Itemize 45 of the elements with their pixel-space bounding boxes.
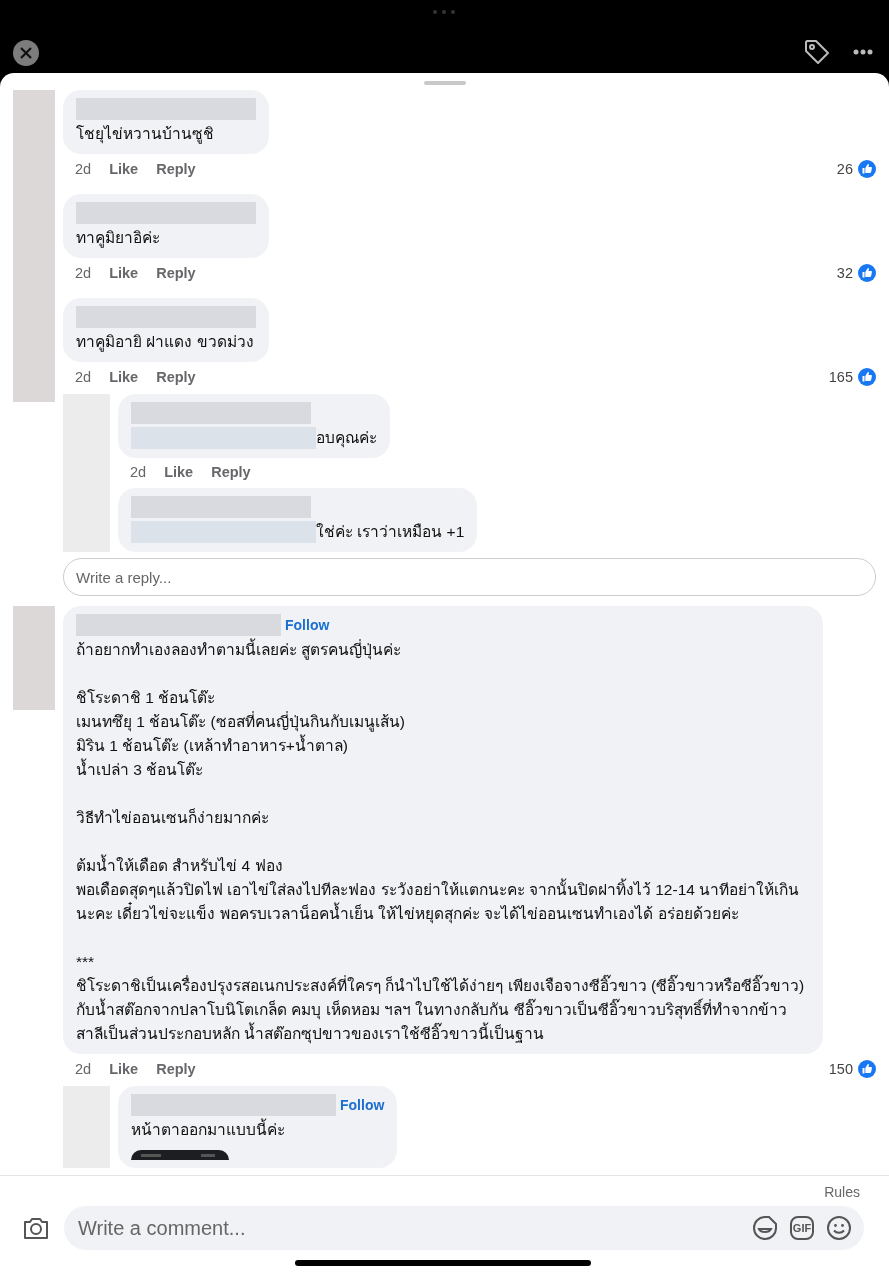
comment-time: 2d [130, 464, 147, 480]
like-link[interactable]: Like [109, 161, 139, 177]
emoji-icon[interactable] [826, 1215, 852, 1241]
comment-text: อบคุณค่ะ [316, 428, 377, 450]
comment-time: 2d [75, 369, 92, 385]
like-link[interactable]: Like [109, 369, 139, 385]
comment-text: ถ้าอยากทำเองลองทำตามนี้เลยค่ะ สูตรคนญี่ปุ่นค่ะ ชิโระดาชิ 1 ช้อนโต๊ะ เมนทซึยุ 1 ช้อนโต๊ะ (ซอสที่คนญี่ปุ่นกินกับเมนูเส้น) มิริน 1 ช้อนโต๊ะ (เหล้าทำอาหาร+น้ำตาล) น้ำเปล่า 3 ช้อนโต๊ะ วิธีทำไข่ออนเซนก็ง่ายมากค่ะ ต้มน้ำให้เดือด สำหรับไข่ 4 ฟอง พอเดือดสุดๆแล้วปิดไฟ เอาไข่ใส่ลงไปทีละฟอง ระวังอย่าให้แตกนะคะ จากนั้นปิดฝาทิ้งไว้ 12-14 นาทีอย่าให้เกินนะคะ เดี๋ยวไข่จะแข็ง พอครบเวลาน็อคน้ำเย็น ให้ไข่หยุดสุกค่ะ จะได้ไข่ออนเซนทำเองได้ อร่อยด้วยค่ะ *** ชิโระดาชิเป็นเครื่องปรุงรสอเนกประสงค์ที่ใครๆ ก็นำไปใช้ได้ง่ายๆ เพียงเจือจางซีอิ๊วขาว (ซีอิ๊วขาวหรือซีอิ๊วขาว) กับน้ำสต๊อกจากปลาโบนิโตเกล็ด คมบุ เห็ดหอม ฯลฯ ในทางกลับกัน ซีอิ๊วขาวเป็นซีอิ๊วขาวบริสุทธิ์ที่ทำจากข้าวสาลีเป็นส่วนประกอบหลัก น้ำสต๊อกซุปขาวของเราใช้ซีอิ๊วขาวนี้เป็นฐาน [76, 638, 810, 1046]
more-icon[interactable] [853, 49, 873, 55]
reaction-count: 165 [828, 369, 853, 385]
reply-link[interactable]: Reply [156, 369, 196, 385]
gif-button[interactable]: GIF [790, 1216, 814, 1240]
rules-link[interactable]: Rules [824, 1184, 860, 1200]
close-icon [20, 47, 32, 59]
reply-link[interactable]: Reply [211, 464, 251, 480]
reaction-count: 150 [828, 1061, 853, 1077]
sticker-icon[interactable] [752, 1215, 778, 1241]
comment-text: ทาคูมิยาอิค่ะ [76, 228, 160, 250]
like-icon [858, 160, 876, 178]
comment-text: ใช่ค่ะ เราว่าเหมือน +1 [316, 522, 465, 542]
reply-link[interactable]: Reply [156, 161, 196, 177]
like-icon [858, 264, 876, 282]
close-button[interactable] [13, 40, 39, 66]
comment-time: 2d [75, 265, 92, 281]
follow-link[interactable]: Follow [285, 617, 330, 633]
comment-text: หน้าตาออกมาแบบนี้ค่ะ [131, 1118, 285, 1142]
like-link[interactable]: Like [109, 265, 139, 281]
reply-field[interactable]: Write a reply... [63, 558, 876, 596]
reaction-count: 26 [836, 161, 853, 177]
reply-link[interactable]: Reply [156, 1061, 196, 1077]
comment-text: ทาคูมิอายิ ฝาแดง ขวดม่วง [76, 332, 254, 354]
comment-text: โชยุไข่หวานบ้านซูชิ [76, 124, 214, 146]
camera-icon[interactable] [22, 1215, 50, 1241]
reply-link[interactable]: Reply [156, 265, 196, 281]
like-icon [858, 1060, 876, 1078]
tag-icon[interactable] [803, 38, 831, 66]
window-dots-icon [433, 10, 455, 14]
like-icon [858, 368, 876, 386]
follow-link[interactable]: Follow [340, 1097, 385, 1113]
drag-handle[interactable] [423, 81, 466, 85]
like-link[interactable]: Like [164, 464, 194, 480]
comment-field[interactable]: Write a comment... GIF [64, 1206, 864, 1250]
reaction-count: 32 [836, 265, 853, 281]
like-link[interactable]: Like [109, 1061, 139, 1077]
comment-time: 2d [75, 1061, 92, 1077]
comment-time: 2d [75, 161, 92, 177]
